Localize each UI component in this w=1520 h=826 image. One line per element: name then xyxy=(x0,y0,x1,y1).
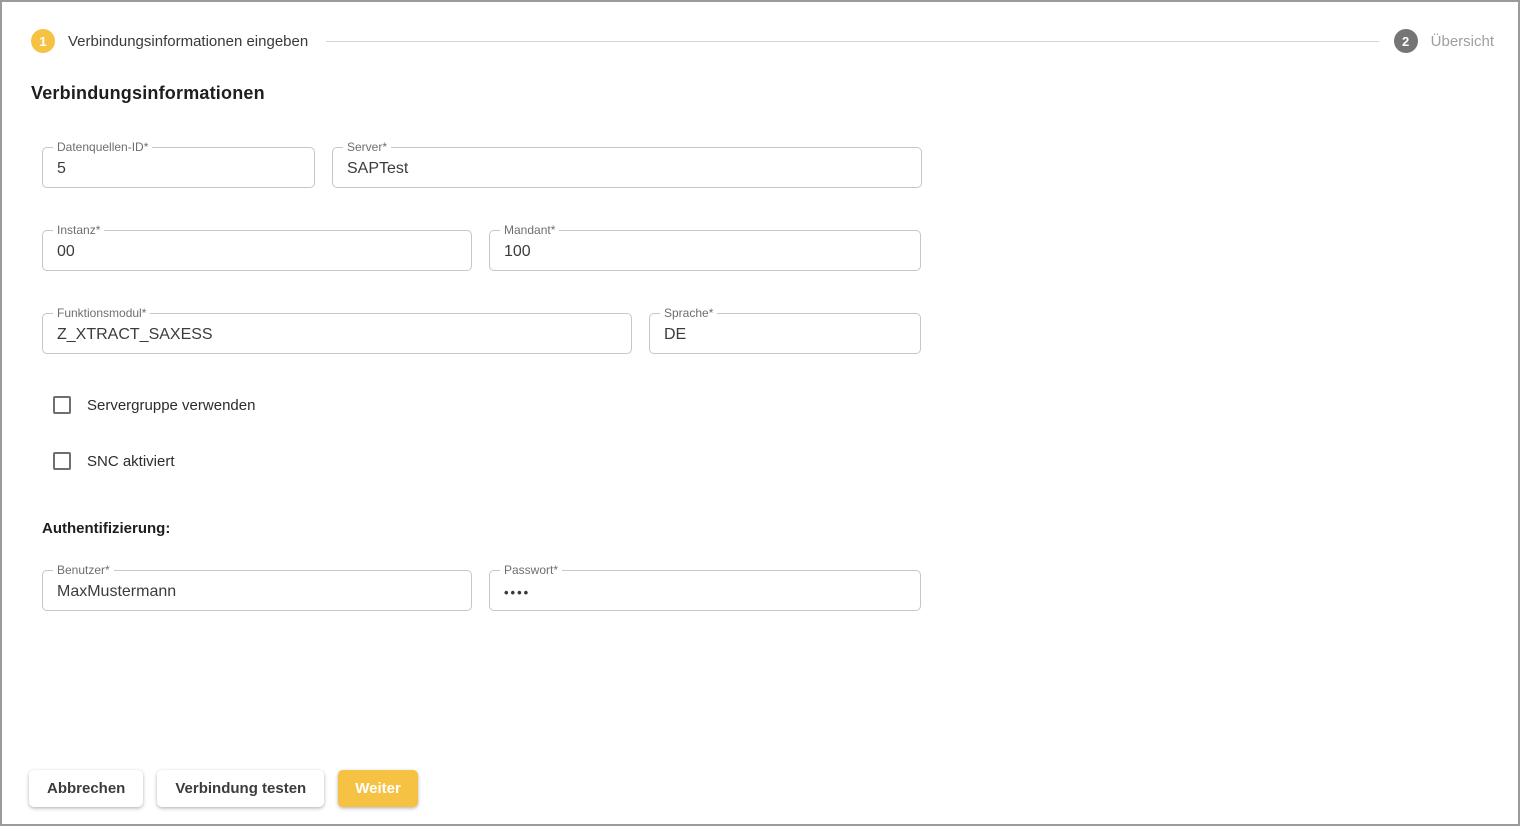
passwort-label: Passwort* xyxy=(500,563,562,577)
snc-checkbox[interactable] xyxy=(53,452,71,470)
server-input[interactable] xyxy=(333,148,921,187)
test-connection-button[interactable]: Verbindung testen xyxy=(157,770,324,807)
mandant-field: Mandant* xyxy=(489,230,921,271)
step-2-label: Übersicht xyxy=(1431,33,1494,50)
datenquellen-id-label: Datenquellen-ID* xyxy=(53,140,152,154)
funktionsmodul-label: Funktionsmodul* xyxy=(53,306,150,320)
benutzer-label: Benutzer* xyxy=(53,563,114,577)
instanz-field: Instanz* xyxy=(42,230,472,271)
page-title: Verbindungsinformationen xyxy=(31,83,1518,104)
wizard-page: 1 Verbindungsinformationen eingeben 2 Üb… xyxy=(0,0,1520,826)
stepper-connector-line xyxy=(326,41,1378,42)
snc-checkbox-label: SNC aktiviert xyxy=(87,453,175,470)
connection-form: Datenquellen-ID* Server* Instanz* Mandan… xyxy=(42,147,922,611)
auth-section-heading: Authentifizierung: xyxy=(42,520,922,537)
servergruppe-checkbox-label: Servergruppe verwenden xyxy=(87,397,255,414)
mandant-label: Mandant* xyxy=(500,223,559,237)
sprache-label: Sprache* xyxy=(660,306,717,320)
stepper-step-1[interactable]: 1 Verbindungsinformationen eingeben xyxy=(31,29,308,53)
sprache-field: Sprache* xyxy=(649,313,921,354)
stepper: 1 Verbindungsinformationen eingeben 2 Üb… xyxy=(2,2,1518,53)
next-button[interactable]: Weiter xyxy=(338,770,418,807)
funktionsmodul-field: Funktionsmodul* xyxy=(42,313,632,354)
instanz-label: Instanz* xyxy=(53,223,104,237)
form-row-1: Datenquellen-ID* Server* xyxy=(42,147,922,188)
stepper-step-2[interactable]: 2 Übersicht xyxy=(1394,29,1494,53)
passwort-field: Passwort* xyxy=(489,570,921,611)
server-label: Server* xyxy=(343,140,391,154)
servergruppe-checkbox[interactable] xyxy=(53,396,71,414)
benutzer-field: Benutzer* xyxy=(42,570,472,611)
instanz-input[interactable] xyxy=(43,231,471,270)
form-row-3: Funktionsmodul* Sprache* xyxy=(42,313,922,354)
server-field: Server* xyxy=(332,147,922,188)
cancel-button[interactable]: Abbrechen xyxy=(29,770,143,807)
datenquellen-id-field: Datenquellen-ID* xyxy=(42,147,315,188)
step-1-label: Verbindungsinformationen eingeben xyxy=(68,33,308,50)
step-1-circle: 1 xyxy=(31,29,55,53)
form-row-auth: Benutzer* Passwort* xyxy=(42,570,922,611)
action-bar: Abbrechen Verbindung testen Weiter xyxy=(29,770,418,807)
form-row-2: Instanz* Mandant* xyxy=(42,230,922,271)
snc-checkbox-row[interactable]: SNC aktiviert xyxy=(53,452,922,470)
step-2-circle: 2 xyxy=(1394,29,1418,53)
servergruppe-checkbox-row[interactable]: Servergruppe verwenden xyxy=(53,396,922,414)
